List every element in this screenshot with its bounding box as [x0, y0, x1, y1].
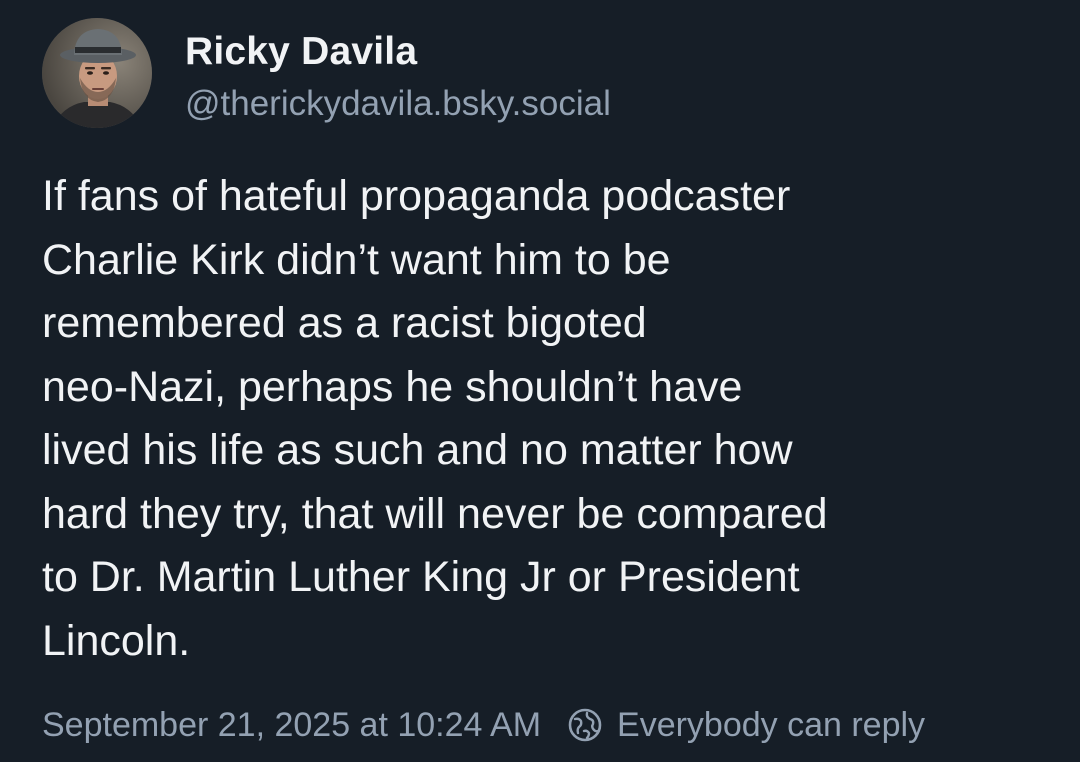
post-timestamp[interactable]: September 21, 2025 at 10:24 AM [42, 706, 541, 745]
author-name[interactable]: Ricky Davila [185, 30, 417, 74]
globe-icon [568, 708, 602, 742]
post-header: Ricky Davila @therickydavila.bsky.social [42, 18, 1022, 130]
author-avatar[interactable] [42, 18, 152, 128]
avatar-photo-icon [42, 18, 152, 128]
post-meta: September 21, 2025 at 10:24 AM Everybody… [42, 702, 925, 748]
reply-setting[interactable]: Everybody can reply [567, 706, 925, 745]
post-card: Ricky Davila @therickydavila.bsky.social… [0, 0, 1080, 762]
author-handle[interactable]: @therickydavila.bsky.social [185, 84, 611, 124]
reply-setting-label: Everybody can reply [617, 705, 926, 744]
post-text: If fans of hateful propaganda podcaster … [42, 172, 828, 665]
